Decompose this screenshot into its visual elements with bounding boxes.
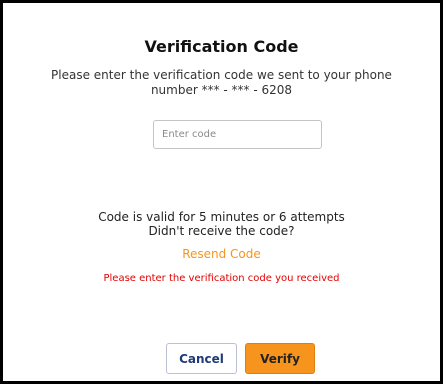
resend-code-container: Resend Code bbox=[3, 247, 440, 261]
dialog-subtitle: Please enter the verification code we se… bbox=[51, 68, 392, 97]
verification-dialog: Verification Code Please enter the verif… bbox=[0, 0, 443, 384]
verify-button[interactable]: Verify bbox=[245, 343, 315, 374]
didnt-receive-text: Didn't receive the code? bbox=[148, 224, 295, 238]
code-validity-text: Code is valid for 5 minutes or 6 attempt… bbox=[98, 210, 345, 224]
error-message: Please enter the verification code you r… bbox=[103, 273, 340, 284]
code-validity-info: Code is valid for 5 minutes or 6 attempt… bbox=[33, 210, 410, 238]
cancel-button[interactable]: Cancel bbox=[166, 343, 237, 374]
resend-code-link[interactable]: Resend Code bbox=[182, 247, 261, 261]
verification-code-input[interactable] bbox=[153, 120, 322, 149]
dialog-title: Verification Code bbox=[144, 37, 299, 56]
